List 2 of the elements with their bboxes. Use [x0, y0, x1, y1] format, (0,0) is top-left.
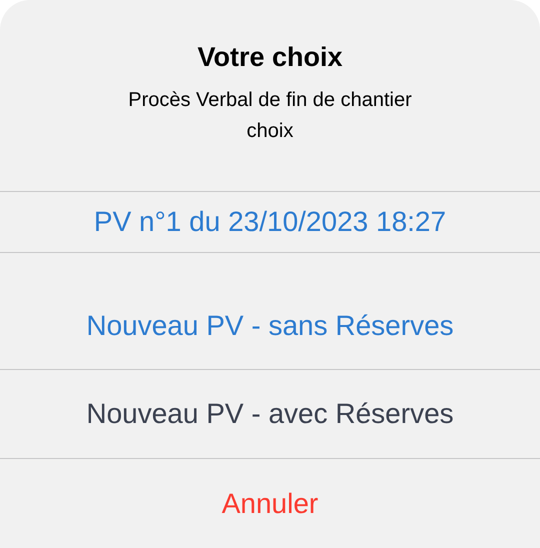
- dialog-title: Votre choix: [197, 42, 343, 73]
- dialog-message: Procès Verbal de fin de chantier choix: [128, 88, 412, 144]
